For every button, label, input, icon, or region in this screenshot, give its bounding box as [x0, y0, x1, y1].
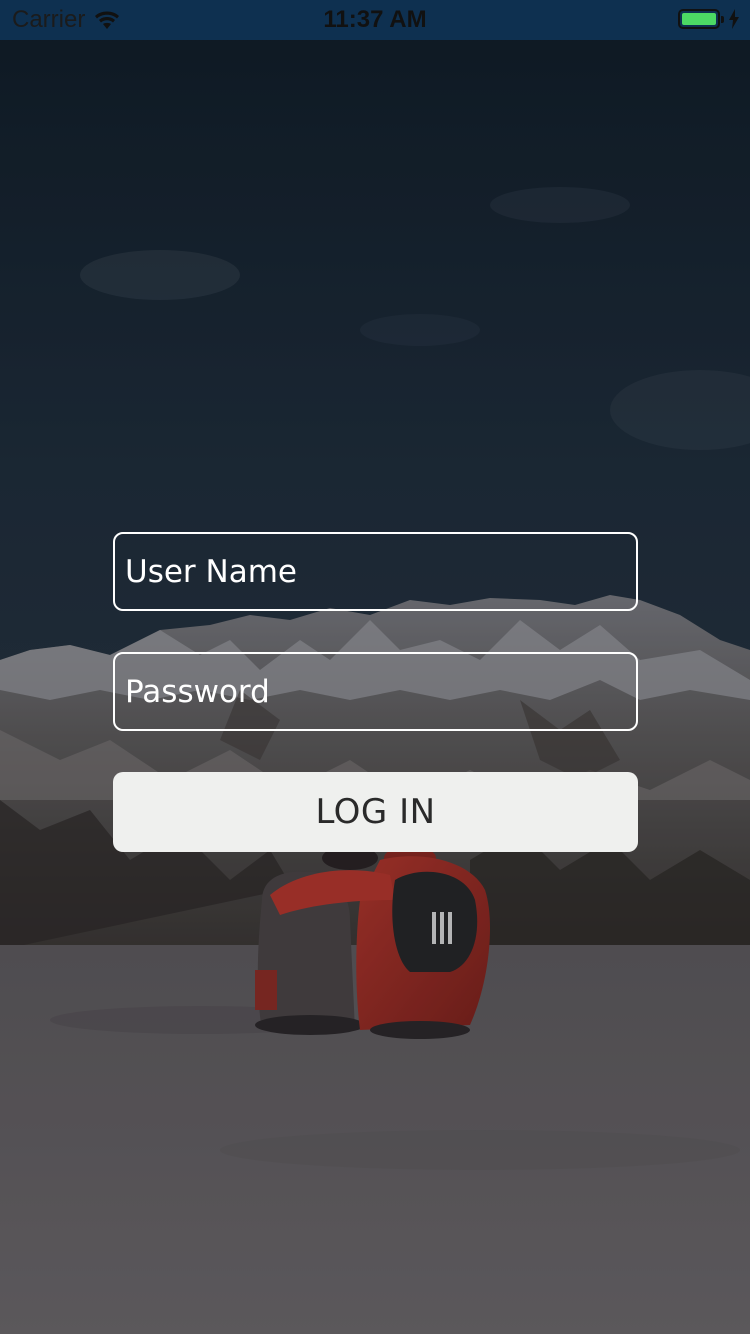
login-button[interactable]: LOG IN [113, 772, 638, 852]
status-time: 11:37 AM [323, 6, 427, 33]
charging-bolt-icon [729, 9, 739, 29]
username-input[interactable] [113, 532, 638, 611]
status-bar: Carrier 11:37 AM [0, 0, 750, 40]
login-form: LOG IN [113, 532, 638, 852]
battery-group [678, 9, 740, 29]
battery-icon [678, 9, 724, 29]
password-input[interactable] [113, 652, 638, 731]
